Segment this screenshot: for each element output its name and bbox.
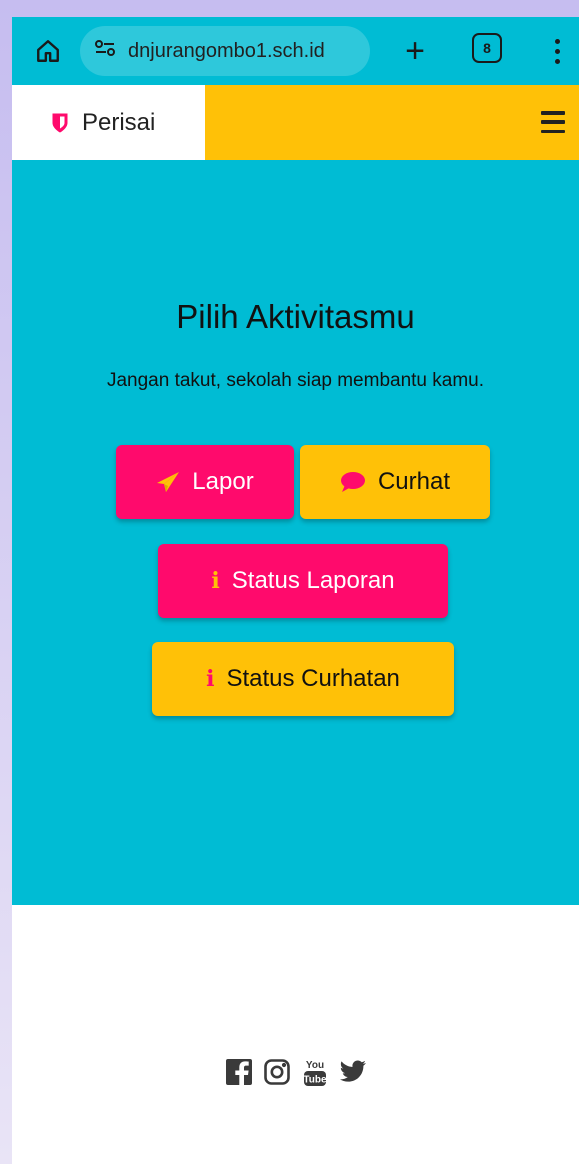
curhat-button[interactable]: Curhat <box>300 445 490 519</box>
browser-viewport: dnjurangombo1.sch.id + 8 Perisai Pilih A… <box>12 17 579 1164</box>
social-links: You Tube <box>12 1057 579 1087</box>
lapor-button[interactable]: Lapor <box>116 445 294 519</box>
youtube-icon[interactable]: You Tube <box>300 1057 330 1087</box>
status-laporan-label: Status Laporan <box>231 567 395 594</box>
facebook-icon[interactable] <box>224 1057 254 1087</box>
brand-link[interactable]: Perisai <box>12 85 205 160</box>
browser-toolbar: dnjurangombo1.sch.id + 8 <box>12 17 579 85</box>
site-footer: You Tube <box>12 905 579 1164</box>
status-laporan-button[interactable]: i Status Laporan <box>158 544 448 618</box>
site-navbar: Perisai <box>12 85 579 160</box>
hamburger-menu-icon[interactable] <box>541 111 565 133</box>
status-curhatan-button[interactable]: i Status Curhatan <box>152 642 454 716</box>
browser-menu-icon[interactable] <box>542 31 572 71</box>
navbar-bar <box>205 85 579 160</box>
home-icon[interactable] <box>28 31 68 71</box>
tab-switcher-button[interactable]: 8 <box>472 33 502 63</box>
new-tab-icon[interactable]: + <box>395 31 435 71</box>
lapor-label: Lapor <box>192 468 254 495</box>
instagram-icon[interactable] <box>262 1057 292 1087</box>
url-text[interactable]: dnjurangombo1.sch.id <box>128 40 325 63</box>
svg-text:You: You <box>305 1060 323 1071</box>
address-bar[interactable]: dnjurangombo1.sch.id <box>80 26 370 76</box>
twitter-icon[interactable] <box>338 1057 368 1087</box>
brand-name: Perisai <box>82 108 156 136</box>
curhat-label: Curhat <box>377 468 451 495</box>
svg-text:Tube: Tube <box>303 1075 327 1086</box>
speech-bubble-icon <box>340 472 365 492</box>
tab-count: 8 <box>483 40 491 56</box>
info-icon: i <box>211 568 220 594</box>
status-curhatan-label: Status Curhatan <box>226 665 400 692</box>
site-settings-icon[interactable] <box>94 39 116 63</box>
paper-plane-icon <box>157 472 180 492</box>
page-title: Pilih Aktivitasmu <box>176 298 415 335</box>
activity-section: Pilih Aktivitasmu Jangan takut, sekolah … <box>12 160 579 905</box>
info-icon: i <box>206 666 215 692</box>
page-subtitle: Jangan takut, sekolah siap membantu kamu… <box>106 370 485 391</box>
shield-icon <box>52 113 68 133</box>
